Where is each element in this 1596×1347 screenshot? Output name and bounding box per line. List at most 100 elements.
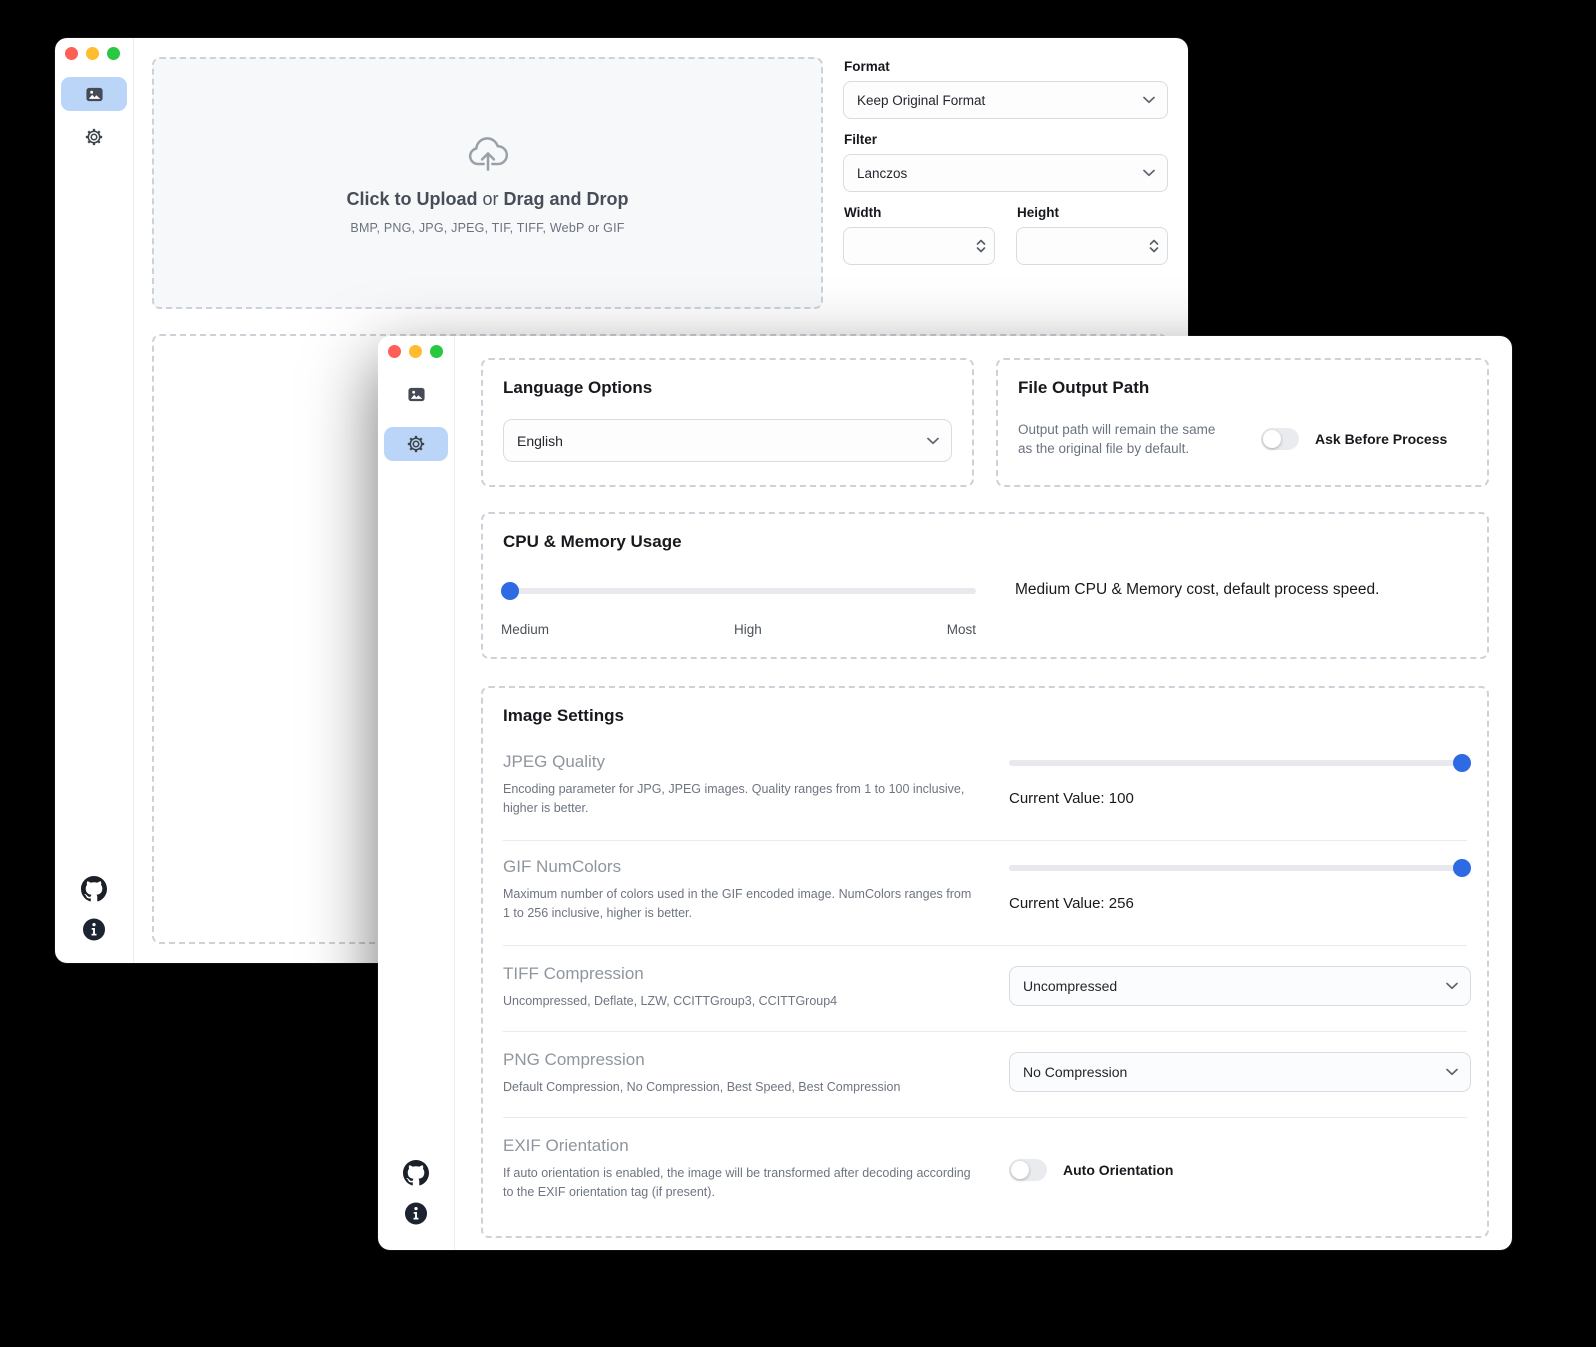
settings-window: Language Options English File Output Pat… [378, 336, 1512, 1250]
jpeg-quality-row: JPEG Quality Encoding parameter for JPG,… [503, 736, 1467, 840]
tiff-compression-title: TIFF Compression [503, 964, 978, 984]
upload-dropzone[interactable]: Click to Upload or Drag and Drop BMP, PN… [152, 57, 823, 309]
close-button[interactable] [65, 47, 78, 60]
sidebar-item-images[interactable] [61, 77, 127, 111]
cpu-tick-medium: Medium [501, 622, 549, 637]
language-options-panel: Language Options English [481, 358, 974, 487]
cpu-tick-most: Most [947, 622, 976, 637]
image-icon [407, 385, 426, 404]
format-select[interactable]: Keep Original Format [843, 81, 1168, 119]
jpeg-quality-description: Encoding parameter for JPG, JPEG images.… [503, 780, 978, 818]
gear-icon [84, 127, 104, 147]
about-button[interactable] [83, 918, 106, 941]
jpeg-quality-slider[interactable] [1009, 760, 1471, 766]
sidebar [378, 336, 455, 1250]
gif-numcolors-row: GIF NumColors Maximum number of colors u… [503, 840, 1467, 945]
file-output-path-panel: File Output Path Output path will remain… [996, 358, 1489, 487]
cpu-status-text: Medium CPU & Memory cost, default proces… [1015, 581, 1379, 599]
gear-icon [406, 434, 426, 454]
info-icon [83, 918, 106, 941]
cpu-memory-title: CPU & Memory Usage [503, 532, 1467, 552]
github-icon [403, 1160, 429, 1186]
exif-orientation-row: EXIF Orientation If auto orientation is … [503, 1117, 1467, 1222]
auto-orientation-label: Auto Orientation [1063, 1162, 1173, 1178]
height-input[interactable] [1016, 227, 1168, 265]
format-value: Keep Original Format [857, 93, 985, 108]
auto-orientation-toggle[interactable] [1009, 1159, 1047, 1181]
tiff-compression-row: TIFF Compression Uncompressed, Deflate, … [503, 945, 1467, 1031]
tiff-compression-description: Uncompressed, Deflate, LZW, CCITTGroup3,… [503, 992, 978, 1011]
toggle-knob [1263, 430, 1281, 448]
github-icon [81, 876, 107, 902]
gif-numcolors-description: Maximum number of colors used in the GIF… [503, 885, 978, 923]
image-settings-title: Image Settings [503, 706, 1467, 726]
sidebar [55, 38, 134, 963]
width-label: Width [844, 205, 995, 220]
png-compression-value: No Compression [1023, 1064, 1127, 1080]
sidebar-item-settings[interactable] [384, 427, 448, 461]
chevron-down-icon [1143, 96, 1155, 104]
jpeg-quality-current-value: Current Value: 100 [1009, 790, 1471, 807]
exif-orientation-title: EXIF Orientation [503, 1136, 978, 1156]
jpeg-quality-slider-thumb[interactable] [1453, 754, 1471, 772]
gif-numcolors-slider-thumb[interactable] [1453, 859, 1471, 877]
gif-numcolors-slider[interactable] [1009, 865, 1471, 871]
gif-numcolors-title: GIF NumColors [503, 857, 978, 877]
stepper-up-down-icon[interactable] [1149, 239, 1159, 253]
upload-title: Click to Upload or Drag and Drop [346, 189, 628, 210]
height-field[interactable] [1030, 239, 1149, 254]
png-compression-title: PNG Compression [503, 1050, 978, 1070]
stepper-up-down-icon[interactable] [976, 239, 986, 253]
tiff-compression-select[interactable]: Uncompressed [1009, 966, 1471, 1006]
jpeg-quality-title: JPEG Quality [503, 752, 978, 772]
cpu-slider-thumb[interactable] [501, 582, 519, 600]
info-icon [405, 1202, 428, 1225]
cpu-slider-labels: Medium High Most [501, 622, 976, 637]
github-link[interactable] [403, 1160, 429, 1186]
file-output-path-title: File Output Path [1018, 378, 1467, 398]
language-options-title: Language Options [503, 378, 952, 398]
upload-formats: BMP, PNG, JPG, JPEG, TIF, TIFF, WebP or … [350, 221, 624, 235]
chevron-down-icon [927, 437, 939, 445]
png-compression-select[interactable]: No Compression [1009, 1052, 1471, 1092]
zoom-button[interactable] [107, 47, 120, 60]
cpu-tick-high: High [734, 622, 762, 637]
chevron-down-icon [1446, 1068, 1458, 1076]
sidebar-item-images[interactable] [384, 377, 448, 411]
image-settings-panel: Image Settings JPEG Quality Encoding par… [481, 686, 1489, 1238]
height-label: Height [1017, 205, 1168, 220]
cpu-memory-panel: CPU & Memory Usage Medium High Most Medi… [481, 512, 1489, 659]
chevron-down-icon [1143, 169, 1155, 177]
png-compression-description: Default Compression, No Compression, Bes… [503, 1078, 978, 1097]
ask-before-process-toggle[interactable] [1261, 428, 1299, 450]
minimize-button[interactable] [409, 345, 422, 358]
close-button[interactable] [388, 345, 401, 358]
github-link[interactable] [81, 876, 107, 902]
cpu-slider[interactable] [501, 588, 976, 594]
width-input[interactable] [843, 227, 995, 265]
minimize-button[interactable] [86, 47, 99, 60]
sidebar-item-settings[interactable] [61, 120, 127, 154]
window-controls [65, 47, 120, 60]
cloud-upload-icon [464, 131, 512, 175]
zoom-button[interactable] [430, 345, 443, 358]
filter-select[interactable]: Lanczos [843, 154, 1168, 192]
image-icon [85, 85, 104, 104]
png-compression-row: PNG Compression Default Compression, No … [503, 1031, 1467, 1117]
chevron-down-icon [1446, 982, 1458, 990]
exif-orientation-description: If auto orientation is enabled, the imag… [503, 1164, 978, 1202]
toggle-knob [1011, 1161, 1029, 1179]
width-field[interactable] [857, 239, 976, 254]
about-button[interactable] [405, 1202, 428, 1225]
gif-numcolors-current-value: Current Value: 256 [1009, 895, 1471, 912]
language-select[interactable]: English [503, 419, 952, 462]
filter-label: Filter [844, 132, 1168, 147]
output-path-description: Output path will remain the same as the … [1018, 420, 1233, 458]
convert-options: Format Keep Original Format Filter Lancz… [843, 59, 1168, 265]
format-label: Format [844, 59, 1168, 74]
filter-value: Lanczos [857, 166, 907, 181]
language-value: English [517, 433, 563, 449]
ask-before-process-label: Ask Before Process [1315, 431, 1447, 447]
tiff-compression-value: Uncompressed [1023, 978, 1117, 994]
window-controls [388, 345, 443, 358]
